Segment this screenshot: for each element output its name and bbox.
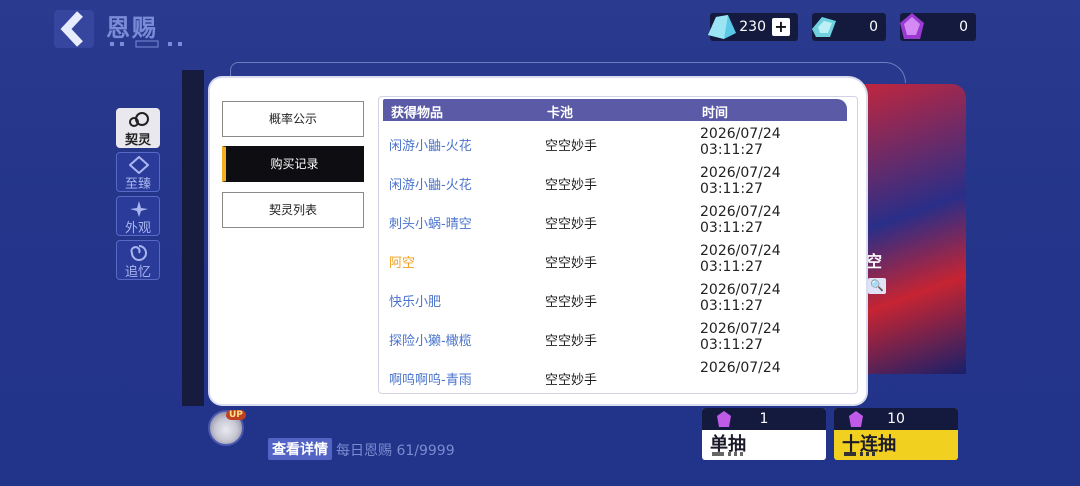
back-button[interactable] <box>52 6 98 52</box>
banner-search-icon[interactable]: 🔍 <box>868 278 886 294</box>
record-time: 2026/07/24 03:11:27 <box>700 204 820 236</box>
table-row: 啊呜啊呜-青雨 空空妙手 2026/07/24 <box>379 357 857 393</box>
menu-pet-list[interactable]: 契灵列表 <box>222 192 364 228</box>
view-details-button[interactable]: 查看详情 <box>268 438 332 460</box>
side-tab-waiguan[interactable]: 外观 <box>116 196 160 236</box>
record-clock: 03:11:27 <box>700 298 763 314</box>
currency-value: 0 <box>959 19 968 35</box>
item-name: 快乐小肥 <box>389 295 442 310</box>
purple-gem-icon <box>849 411 863 427</box>
record-table[interactable]: 获得物品 卡池 时间 闲游小鼬-火花 空空妙手 2026/07/24 03:11:27… <box>378 96 858 394</box>
record-clock: 03:11:27 <box>700 259 763 275</box>
pet-icon <box>129 112 149 127</box>
table-row: 闲游小鼬-火花 空空妙手 2026/07/24 03:11:27 <box>379 162 857 200</box>
currency-gem: 0 <box>900 13 976 41</box>
menu-probability[interactable]: 概率公示 <box>222 101 364 137</box>
record-time: 2026/07/24 03:11:27 <box>700 126 820 158</box>
menu-purchase-record[interactable]: 购买记录 <box>222 146 364 182</box>
item-name: 闲游小鼬-火花 <box>389 139 472 154</box>
daily-reward-counter: 每日恩赐 61/9999 <box>336 443 455 459</box>
table-header: 获得物品 卡池 时间 <box>383 99 847 121</box>
purple-gem-icon <box>900 13 924 39</box>
record-date: 2026/07/24 <box>700 243 781 259</box>
pool-name: 空空妙手 <box>545 256 598 271</box>
side-tab-label: 契灵 <box>124 133 151 148</box>
pool-name: 空空妙手 <box>545 334 598 349</box>
record-time: 2026/07/24 03:11:27 <box>700 243 820 275</box>
record-date: 2026/07/24 <box>700 282 781 298</box>
draw-cost: 1 <box>759 411 769 427</box>
sparkle-icon <box>130 201 148 217</box>
chevron-left-icon <box>54 10 94 48</box>
crystal-ticket-icon <box>708 15 736 39</box>
pool-name: 空空妙手 <box>545 178 598 193</box>
ten-draw-button[interactable]: 10 十连抽 <box>834 408 958 460</box>
record-time: 2026/07/24 03:11:27 <box>700 165 820 197</box>
item-name: 啊呜啊呜-青雨 <box>389 373 472 388</box>
background-panel <box>182 70 204 406</box>
record-time: 2026/07/24 03:11:27 <box>700 321 820 353</box>
record-time: 2026/07/24 <box>700 360 820 376</box>
currency-crystal: 230 + <box>708 13 798 41</box>
table-row: 刺头小蜗-晴空 空空妙手 2026/07/24 03:11:27 <box>379 201 857 239</box>
title-decoration <box>110 40 182 48</box>
add-currency-button[interactable]: + <box>772 18 790 36</box>
side-tab-zhuiyi[interactable]: 追忆 <box>116 240 160 280</box>
table-row: 快乐小肥 空空妙手 2026/07/24 03:11:27 <box>379 279 857 317</box>
currency-ticket: 0 <box>812 13 886 41</box>
swirl-icon <box>130 245 147 261</box>
record-date: 2026/07/24 <box>700 165 781 181</box>
item-name: 刺头小蜗-晴空 <box>389 217 472 232</box>
page-title: 恩赐 <box>106 14 158 42</box>
record-clock: 03:11:27 <box>700 337 763 353</box>
table-row: 阿空 空空妙手 2026/07/24 03:11:27 <box>379 240 857 278</box>
pool-name: 空空妙手 <box>545 373 598 388</box>
item-name: 探险小獭-橄榄 <box>389 334 472 349</box>
up-badge: UP <box>226 410 246 420</box>
item-name: 阿空 <box>389 256 416 271</box>
record-date: 2026/07/24 <box>700 204 781 220</box>
draw-cost: 10 <box>887 411 905 427</box>
emblem-icon <box>129 156 149 174</box>
record-clock: 03:11:27 <box>700 220 763 236</box>
record-date: 2026/07/24 <box>700 126 781 142</box>
table-row: 闲游小鼬-火花 空空妙手 2026/07/24 03:11:27 <box>379 123 857 161</box>
record-clock: 03:11:27 <box>700 142 763 158</box>
currency-value: 0 <box>869 19 878 35</box>
side-tab-qiling[interactable]: 契灵 <box>116 108 160 148</box>
column-header-time: 时间 <box>702 106 729 121</box>
currency-value: 230 <box>739 19 766 35</box>
table-row: 探险小獭-橄榄 空空妙手 2026/07/24 03:11:27 <box>379 318 857 356</box>
pool-name: 空空妙手 <box>545 217 598 232</box>
pool-banner-art <box>862 84 966 374</box>
side-tab-label: 外观 <box>124 221 151 236</box>
record-date: 2026/07/24 <box>700 360 781 376</box>
column-header-pool: 卡池 <box>547 106 574 121</box>
column-header-item: 获得物品 <box>391 106 444 121</box>
side-tab-label: 至臻 <box>124 177 151 192</box>
record-time: 2026/07/24 03:11:27 <box>700 282 820 314</box>
record-clock: 03:11:27 <box>700 181 763 197</box>
banner-word: 空 <box>866 252 883 271</box>
draw-decoration <box>712 452 743 456</box>
purple-gem-icon <box>717 411 731 427</box>
record-date: 2026/07/24 <box>700 321 781 337</box>
pool-name: 空空妙手 <box>545 139 598 154</box>
draw-decoration <box>844 452 875 456</box>
side-tab-label: 追忆 <box>124 265 151 280</box>
single-draw-button[interactable]: 1 单抽 <box>702 408 826 460</box>
pool-name: 空空妙手 <box>545 295 598 310</box>
side-tab-zhizhen[interactable]: 至臻 <box>116 152 160 192</box>
ticket-icon <box>812 17 836 37</box>
item-name: 闲游小鼬-火花 <box>389 178 472 193</box>
